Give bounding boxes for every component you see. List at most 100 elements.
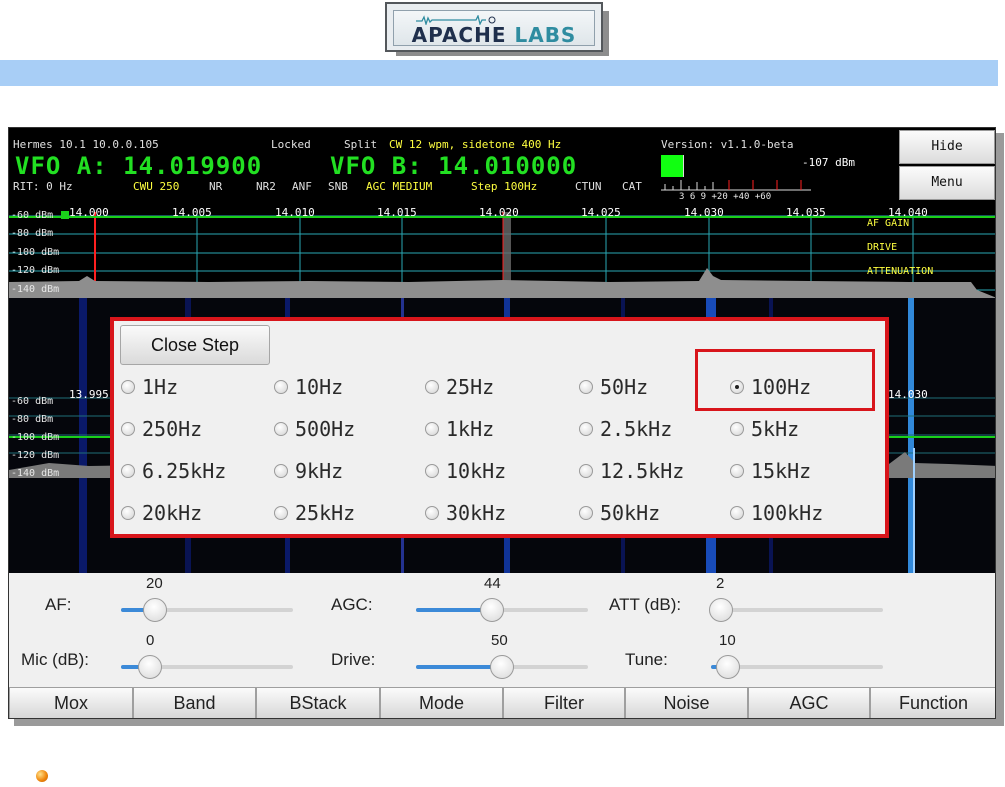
step-option-30khz[interactable]: 30kHz xyxy=(425,495,506,531)
rit-display[interactable]: RIT: 0 Hz xyxy=(13,180,73,193)
vfo-a-display[interactable]: VFO A: 14.019900 xyxy=(15,152,262,180)
freq-label-4: 14.015 xyxy=(377,206,417,219)
function-button[interactable]: Function xyxy=(870,687,995,718)
mox-button[interactable]: Mox xyxy=(9,687,133,718)
mode-filter-display[interactable]: CWU 250 xyxy=(133,180,179,193)
freq-label-2: 14.005 xyxy=(172,206,212,219)
step-option-100hz[interactable]: 100Hz xyxy=(730,369,811,405)
af-slider-knob[interactable] xyxy=(143,598,168,622)
snb-indicator[interactable]: SNB xyxy=(328,180,348,193)
cat-indicator[interactable]: CAT xyxy=(622,180,642,193)
logo-inner: APACHE LABS xyxy=(393,10,595,47)
hide-button[interactable]: Hide xyxy=(899,130,995,164)
nr2-indicator[interactable]: NR2 xyxy=(256,180,276,193)
radio-icon xyxy=(121,506,135,520)
radio-icon xyxy=(579,380,593,394)
locked-indicator[interactable]: Locked xyxy=(271,138,311,151)
s-meter-scale xyxy=(661,180,811,191)
step-indicator[interactable]: Step 100Hz xyxy=(471,180,537,193)
radio-selected-icon xyxy=(730,380,744,394)
att-slider[interactable] xyxy=(709,598,883,622)
mode-button[interactable]: Mode xyxy=(380,687,503,718)
agc-value: 44 xyxy=(484,575,501,592)
step-option-label: 250Hz xyxy=(142,417,203,441)
step-option-20khz[interactable]: 20kHz xyxy=(121,495,202,531)
step-option-12-5khz[interactable]: 12.5kHz xyxy=(579,453,684,489)
af-value: 20 xyxy=(146,575,163,592)
step-option-500hz[interactable]: 500Hz xyxy=(274,411,355,447)
sub-db-label-5: -140 dBm xyxy=(11,468,60,479)
step-option-25khz[interactable]: 25kHz xyxy=(274,495,355,531)
drive-slider[interactable] xyxy=(416,655,588,679)
sub-db-label-1: -60 dBm xyxy=(11,396,54,407)
sub-freq-left: 13.995 xyxy=(69,388,109,401)
tune-slider-knob[interactable] xyxy=(716,655,741,679)
db-label-5: -140 dBm xyxy=(11,284,60,295)
step-option-10hz[interactable]: 10Hz xyxy=(274,369,343,405)
mic-slider-knob[interactable] xyxy=(138,655,163,679)
filter-button[interactable]: Filter xyxy=(503,687,625,718)
step-option-2-5khz[interactable]: 2.5kHz xyxy=(579,411,672,447)
bstack-button[interactable]: BStack xyxy=(256,687,380,718)
step-option-25hz[interactable]: 25Hz xyxy=(425,369,494,405)
nr-indicator[interactable]: NR xyxy=(209,180,222,193)
step-option-15khz[interactable]: 15kHz xyxy=(730,453,811,489)
af-gain-label: AF GAIN xyxy=(867,218,910,229)
att-label: ATT (dB): xyxy=(609,595,682,614)
drive-slider-knob[interactable] xyxy=(490,655,514,679)
spectrum-display[interactable] xyxy=(9,206,996,298)
noise-button[interactable]: Noise xyxy=(625,687,748,718)
af-slider[interactable] xyxy=(121,598,293,622)
af-label: AF: xyxy=(45,595,72,614)
step-option-250hz[interactable]: 250Hz xyxy=(121,411,202,447)
agc-label: AGC: xyxy=(331,595,373,614)
ctun-indicator[interactable]: CTUN xyxy=(575,180,602,193)
step-option-100khz[interactable]: 100kHz xyxy=(730,495,823,531)
radio-icon xyxy=(579,464,593,478)
agc-slider[interactable] xyxy=(416,598,588,622)
band-button[interactable]: Band xyxy=(133,687,256,718)
drive-slider-label: Drive: xyxy=(331,650,376,669)
agc-slider-knob[interactable] xyxy=(479,598,504,622)
step-option-label: 6.25kHz xyxy=(142,459,227,483)
db-label-4: -120 dBm xyxy=(11,265,60,276)
step-option-6-25khz[interactable]: 6.25kHz xyxy=(121,453,226,489)
step-dialog: Close Step 1Hz 10Hz 25Hz 50Hz 100Hz 250H… xyxy=(110,317,889,538)
step-option-1khz[interactable]: 1kHz xyxy=(425,411,494,447)
vfo-b-display[interactable]: VFO B: 14.010000 xyxy=(330,152,577,180)
step-option-label: 30kHz xyxy=(446,501,507,525)
step-option-10khz[interactable]: 10kHz xyxy=(425,453,506,489)
sub-db-label-3: -100 dBm xyxy=(11,432,60,443)
step-option-5khz[interactable]: 5kHz xyxy=(730,411,799,447)
att-slider-knob[interactable] xyxy=(709,598,734,622)
radio-icon xyxy=(121,422,135,436)
close-step-button[interactable]: Close Step xyxy=(120,325,270,365)
step-option-label: 12.5kHz xyxy=(600,459,685,483)
step-option-label: 1kHz xyxy=(446,417,495,441)
logo-accent-text: LABS xyxy=(514,23,577,47)
tune-label: Tune: xyxy=(625,650,668,669)
step-option-50khz[interactable]: 50kHz xyxy=(579,495,660,531)
logo-text: APACHE LABS xyxy=(394,23,594,47)
menu-button[interactable]: Menu xyxy=(899,166,995,200)
tune-value: 10 xyxy=(719,632,736,649)
radio-icon xyxy=(274,422,288,436)
step-option-label: 5kHz xyxy=(751,417,800,441)
radio-icon xyxy=(579,506,593,520)
step-option-1hz[interactable]: 1Hz xyxy=(121,369,178,405)
step-option-9khz[interactable]: 9kHz xyxy=(274,453,343,489)
tune-slider[interactable] xyxy=(711,655,883,679)
step-option-50hz[interactable]: 50Hz xyxy=(579,369,648,405)
split-indicator[interactable]: Split xyxy=(344,138,377,151)
agc-indicator[interactable]: AGC MEDIUM xyxy=(366,180,432,193)
step-option-label: 2.5kHz xyxy=(600,417,673,441)
sub-db-label-2: -80 dBm xyxy=(11,414,54,425)
radio-icon xyxy=(121,464,135,478)
step-option-label: 10Hz xyxy=(295,375,344,399)
step-option-label: 50kHz xyxy=(600,501,661,525)
anf-indicator[interactable]: ANF xyxy=(292,180,312,193)
freq-label-8: 14.035 xyxy=(786,206,826,219)
radio-icon xyxy=(274,464,288,478)
agc-button[interactable]: AGC xyxy=(748,687,870,718)
mic-slider[interactable] xyxy=(121,655,293,679)
